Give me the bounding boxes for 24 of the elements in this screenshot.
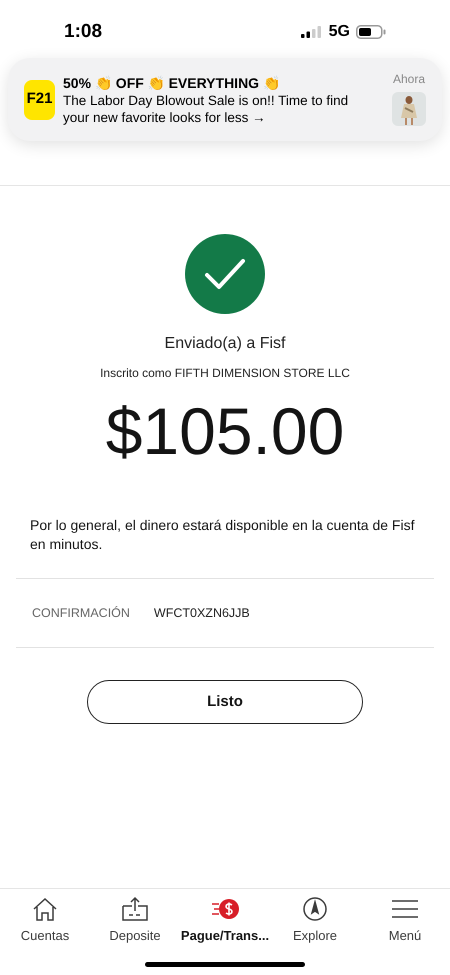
enrolled-name: Inscrito como FIFTH DIMENSION STORE LLC [100,365,350,382]
notification-time: Ahora [392,71,426,88]
tab-bar-item[interactable]: Cuentas [0,896,90,946]
confirmation-number: WFCT0XZN6JJB [154,604,250,622]
network-label: 5G [328,22,350,42]
tab-bar-item[interactable]: Deposite [90,896,180,946]
notification-title: 50% 👏 OFF 👏 EVERYTHING 👏 [63,74,281,92]
notification-body: The Labor Day Blowout Sale is on!! Time to find your new favorite looks for less → [63,92,350,126]
done-button[interactable]: Listo [87,680,363,724]
status-time: 1:08 [64,20,102,44]
deposit-icon [120,896,150,922]
confirmation-label: CONFIRMACIÓN [32,604,130,622]
availability-note: Por lo general, el dinero estará disponible en la cuenta de Fisf en minutos. [29,516,416,554]
amount: $105.00 [106,398,344,464]
battery-icon [356,25,386,39]
tab-bar-item[interactable]: Explore [270,896,360,946]
money-transfer-icon [210,896,240,922]
tab-bar-item[interactable]: Menú [360,896,450,946]
success-check-icon [185,234,265,314]
notification-banner[interactable]: F21 50% 👏 OFF 👏 EVERYTHING 👏 The Labor Day Blowout Sale is on!! Time to find your new favorite looks for less → Ahora [8,58,442,141]
app-logo: F21 [24,80,55,120]
signal-icon [300,26,323,38]
tab-bar-item[interactable]: Pague/Trans... [180,896,270,946]
recipient-text: Enviado(a) a Fisf [164,334,286,354]
